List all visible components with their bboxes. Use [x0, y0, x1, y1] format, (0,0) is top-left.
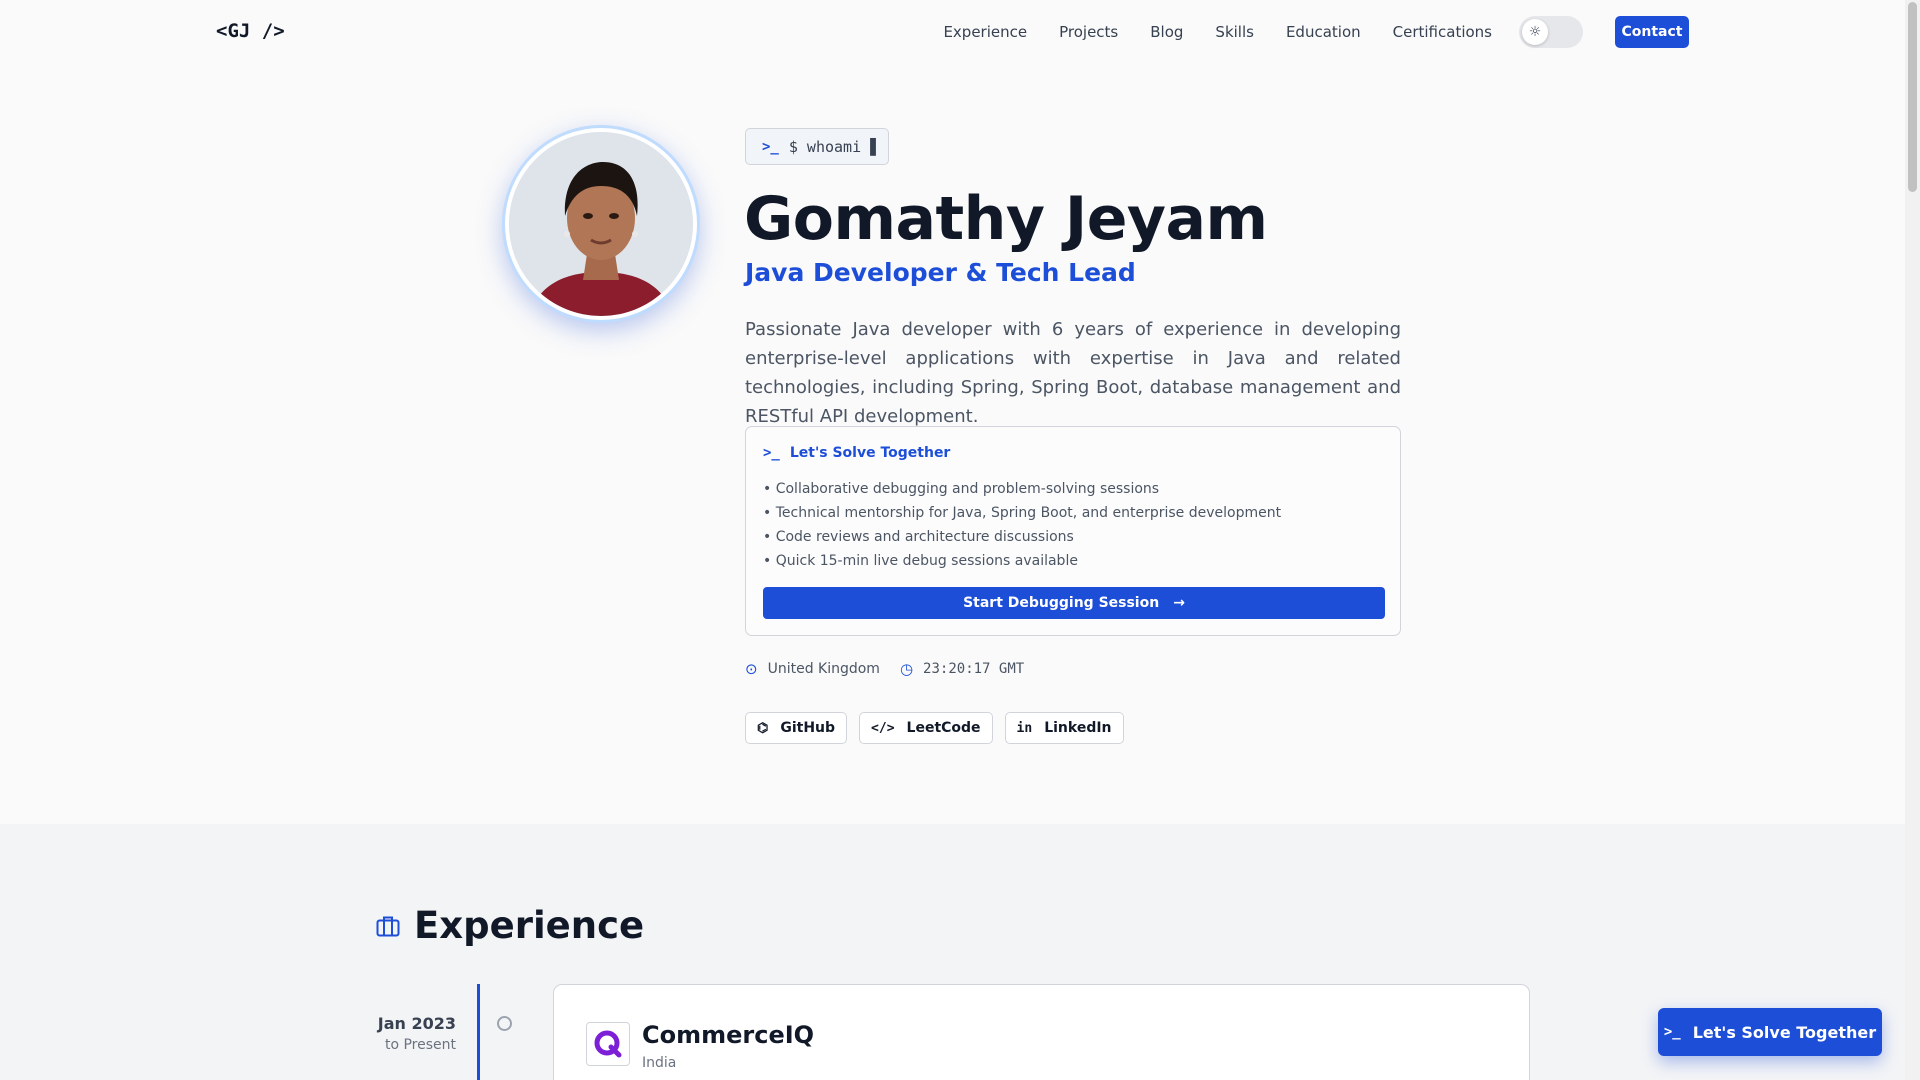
job-date-start: Jan 2023: [377, 1014, 456, 1033]
scrollbar-thumb[interactable]: [1908, 2, 1917, 192]
experience-heading: Experience: [376, 904, 644, 947]
profile-avatar: [505, 128, 697, 320]
job-date: Jan 2023 to Present: [356, 1014, 456, 1053]
job-date-end: to Present: [384, 1037, 456, 1053]
social-links: ⌬ GitHub </> LeetCode in LinkedIn: [745, 712, 1124, 744]
experience-title: Experience: [414, 904, 645, 947]
start-debugging-label: Start Debugging Session: [963, 595, 1160, 611]
site-logo[interactable]: <GJ />: [216, 20, 285, 42]
list-item: • Collaborative debugging and problem-so…: [763, 481, 1160, 497]
leetcode-button[interactable]: </> LeetCode: [859, 712, 993, 744]
profile-photo: [509, 132, 693, 316]
top-navigation: <GJ /> Experience Projects Blog Skills E…: [0, 0, 1905, 64]
floating-button-label: Let's Solve Together: [1692, 1022, 1877, 1042]
nav-link-skills[interactable]: Skills: [1215, 23, 1254, 41]
solve-offer-list: • Collaborative debugging and problem-so…: [763, 477, 1281, 573]
experience-section: Experience Jan 2023 to Present CommerceI…: [0, 824, 1905, 1080]
solve-card-header: >_ Let's Solve Together: [763, 445, 950, 461]
hero-name: Gomathy Jeyam: [744, 184, 1268, 254]
nav-link-certifications[interactable]: Certifications: [1393, 23, 1492, 41]
clock-icon: ◷: [899, 660, 914, 678]
contact-button[interactable]: Contact: [1615, 16, 1689, 48]
timeline-dot: [497, 1016, 512, 1031]
linkedin-icon: in: [1016, 720, 1033, 736]
nav-link-blog[interactable]: Blog: [1150, 23, 1183, 41]
list-item: • Quick 15-min live debug sessions avail…: [763, 553, 1078, 569]
local-time: 23:20:17 GMT: [923, 661, 1025, 677]
linkedin-label: LinkedIn: [1044, 720, 1112, 736]
sun-icon: ☼: [1522, 19, 1548, 45]
terminal-icon: >_: [1663, 1024, 1681, 1040]
floating-solve-together-button[interactable]: >_ Let's Solve Together: [1658, 1008, 1882, 1056]
meta-row: ⊙ United Kingdom ◷ 23:20:17 GMT: [745, 660, 1024, 678]
nav-links: Experience Projects Blog Skills Educatio…: [943, 0, 1492, 64]
github-button[interactable]: ⌬ GitHub: [745, 712, 848, 744]
commerceiq-logo-icon: [594, 1030, 622, 1058]
terminal-icon: >_: [763, 445, 780, 461]
map-pin-icon: ⊙: [745, 660, 758, 678]
leetcode-label: LeetCode: [906, 720, 981, 736]
list-item: • Technical mentorship for Java, Spring …: [763, 505, 1282, 521]
nav-link-education[interactable]: Education: [1286, 23, 1361, 41]
briefcase-icon: [376, 916, 400, 936]
timeline-line: [477, 984, 480, 1080]
list-item: • Code reviews and architecture discussi…: [763, 529, 1074, 545]
whoami-text: $ whoami ▋: [788, 137, 880, 156]
terminal-icon: >_: [762, 138, 779, 155]
solve-together-card: >_ Let's Solve Together • Collaborative …: [745, 426, 1401, 636]
nav-link-experience[interactable]: Experience: [943, 23, 1027, 41]
arrow-right-icon: →: [1173, 595, 1185, 611]
nav-link-projects[interactable]: Projects: [1059, 23, 1118, 41]
linkedin-button[interactable]: in LinkedIn: [1004, 712, 1124, 744]
location-text: United Kingdom: [767, 661, 880, 677]
hero-role: Java Developer & Tech Lead: [745, 258, 1136, 287]
page-scrollbar[interactable]: [1905, 0, 1920, 1080]
job-card: CommerceIQ India: [553, 984, 1530, 1080]
github-icon: ⌬: [757, 720, 769, 736]
company-location: India: [642, 1055, 677, 1071]
company-logo: [586, 1022, 630, 1066]
theme-toggle[interactable]: ☼: [1519, 16, 1583, 48]
solve-card-title: Let's Solve Together: [789, 445, 951, 461]
whoami-terminal: >_ $ whoami ▋: [745, 128, 889, 165]
hero-description: Passionate Java developer with 6 years o…: [745, 319, 1401, 427]
company-name: CommerceIQ: [642, 1021, 815, 1049]
start-debugging-button[interactable]: Start Debugging Session →: [763, 587, 1385, 619]
github-label: GitHub: [780, 720, 836, 736]
code-icon: </>: [871, 720, 895, 736]
